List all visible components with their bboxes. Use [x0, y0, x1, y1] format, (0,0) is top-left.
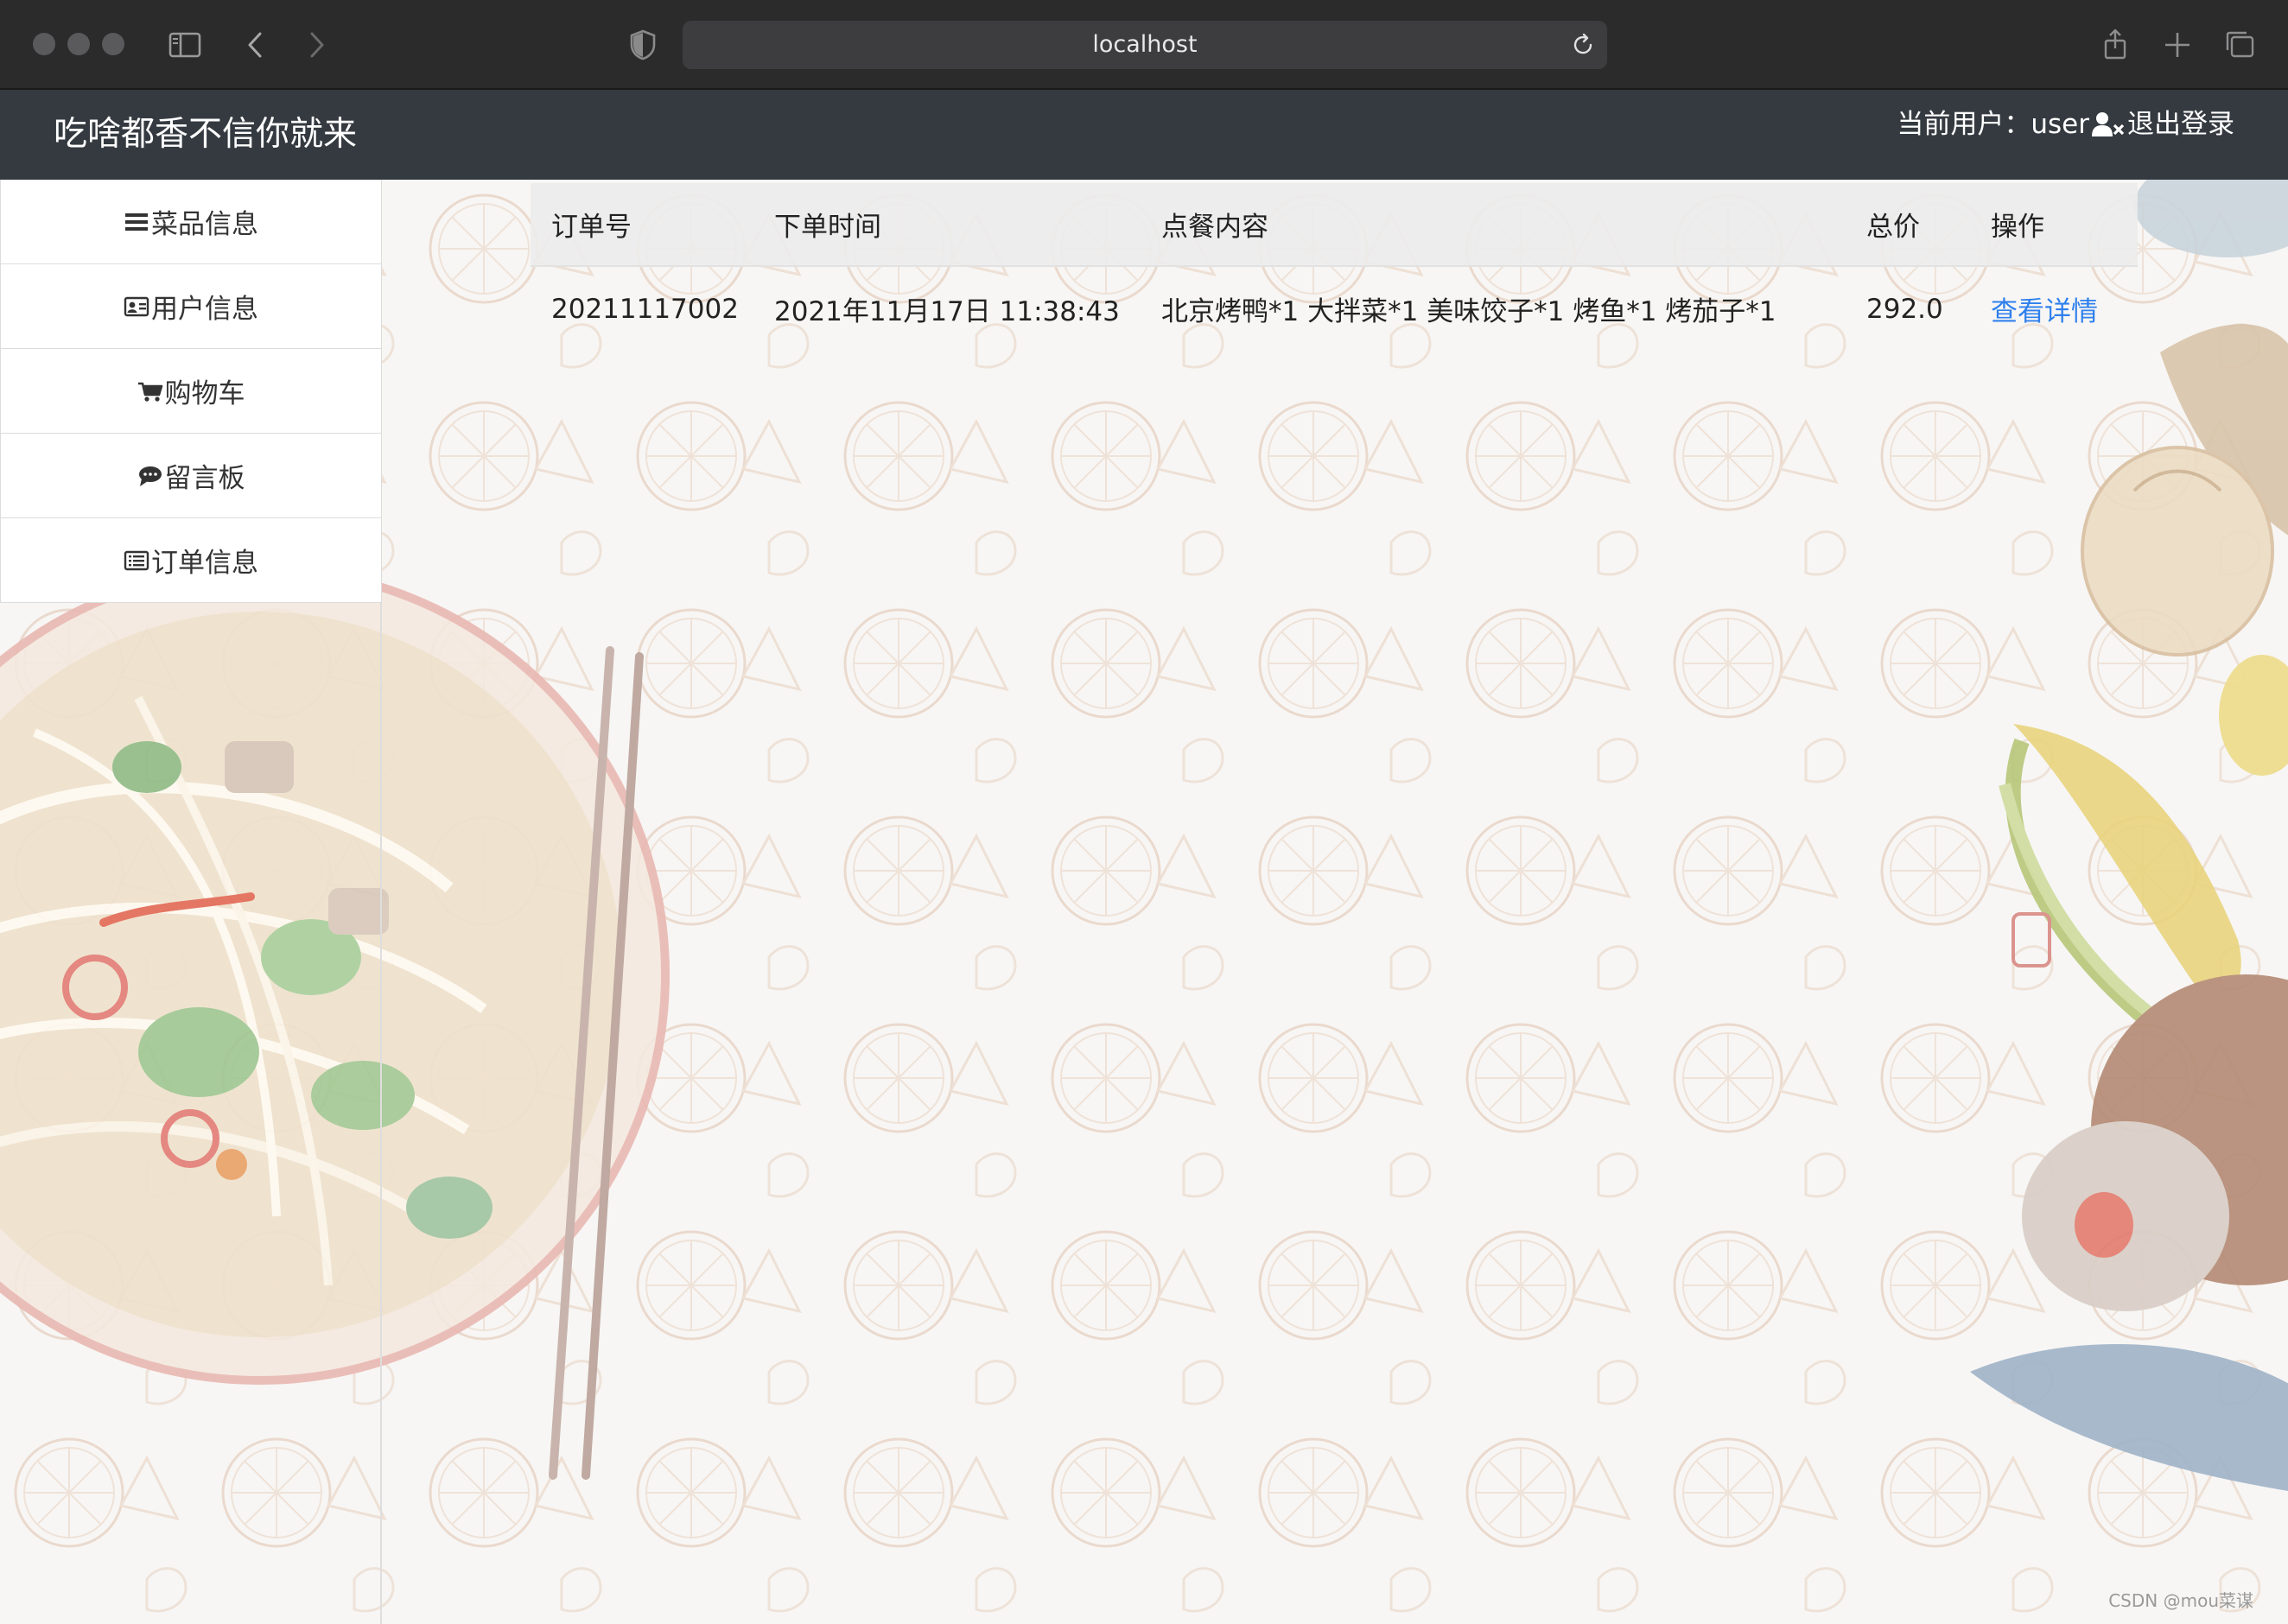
- logout-link[interactable]: 退出登录: [2127, 104, 2234, 145]
- sidebar-item-users[interactable]: 用户信息: [0, 264, 382, 349]
- address-bar[interactable]: localhost: [683, 21, 1607, 69]
- order-content-cell: 北京烤鸭*1 大拌菜*1 美味饺子*1 烤鱼*1 烤茄子*1: [1161, 296, 1776, 327]
- sidebar-item-label: 购物车: [164, 378, 245, 409]
- window-minimize-button[interactable]: [67, 33, 90, 55]
- browser-toolbar: localhost: [0, 0, 2288, 90]
- new-tab-plus-icon[interactable]: [2158, 26, 2196, 64]
- window-close-button[interactable]: [33, 33, 55, 55]
- sidebar-menu: 菜品信息 用户信息 购物车 留言板 订单信息: [0, 180, 382, 603]
- user-area: 当前用户： user 退出登录: [1897, 104, 2234, 145]
- cart-icon: [137, 378, 163, 404]
- order-action-cell: 查看详情: [1970, 266, 2138, 351]
- table-header: 订单号 下单时间 点餐内容 总价 操作: [531, 183, 2138, 267]
- tab-overview-icon[interactable]: [2221, 26, 2259, 64]
- view-details-link[interactable]: 查看详情: [1991, 296, 2098, 327]
- url-text: localhost: [1092, 31, 1198, 58]
- forward-chevron-icon[interactable]: [297, 26, 335, 64]
- sidebar-item-cart[interactable]: 购物车: [0, 349, 382, 434]
- back-chevron-icon[interactable]: [237, 26, 275, 64]
- column-header-order-content: 点餐内容: [1141, 183, 1846, 267]
- watermark: CSDN @mou菜谋: [2108, 1590, 2253, 1611]
- order-time-cell: 2021年11月17日 11:38:43: [774, 296, 1120, 327]
- list-alt-icon: [124, 548, 149, 574]
- sidebar-toggle-icon[interactable]: [166, 26, 204, 64]
- table-row: 20211117002 2021年11月17日 11:38:43 北京烤鸭*1 …: [531, 266, 2138, 351]
- browser-window: localhost 吃啥都香不信你就来 当前用户： user 退出登录 菜品信息…: [0, 0, 2288, 1624]
- privacy-shield-icon[interactable]: [624, 26, 662, 64]
- current-user-label: 当前用户：: [1897, 109, 2031, 140]
- table-header-row: 订单号 下单时间 点餐内容 总价 操作: [531, 183, 2138, 267]
- user-times-icon: [2091, 111, 2126, 138]
- column-header-order-no: 订单号: [531, 183, 753, 267]
- column-header-order-time: 下单时间: [753, 183, 1141, 267]
- username: user: [2031, 109, 2089, 140]
- sidebar-item-label: 留言板: [164, 463, 245, 494]
- column-header-action: 操作: [1970, 183, 2138, 267]
- sidebar: 菜品信息 用户信息 购物车 留言板 订单信息: [0, 180, 382, 1624]
- orders-table: 订单号 下单时间 点餐内容 总价 操作 20211117002 2021年11月…: [531, 183, 2138, 351]
- reload-icon[interactable]: [1567, 29, 1598, 60]
- order-no-cell: 20211117002: [551, 293, 739, 325]
- column-header-total: 总价: [1846, 183, 1970, 267]
- id-card-icon: [124, 294, 149, 320]
- brand-title[interactable]: 吃啥都香不信你就来: [54, 112, 357, 157]
- sidebar-item-label: 订单信息: [151, 548, 258, 579]
- sidebar-item-orders[interactable]: 订单信息: [0, 518, 382, 603]
- comment-icon: [137, 463, 163, 489]
- order-total-cell: 292.0: [1866, 293, 1943, 325]
- window-zoom-button[interactable]: [102, 33, 124, 55]
- app-navbar: 吃啥都香不信你就来 当前用户： user 退出登录: [0, 90, 2288, 180]
- sidebar-item-label: 菜品信息: [151, 209, 258, 240]
- sidebar-item-dishes[interactable]: 菜品信息: [0, 180, 382, 264]
- sidebar-item-message-board[interactable]: 留言板: [0, 434, 382, 518]
- sidebar-item-label: 用户信息: [151, 294, 258, 325]
- share-icon[interactable]: [2096, 26, 2134, 64]
- menu-bars-icon: [124, 209, 149, 235]
